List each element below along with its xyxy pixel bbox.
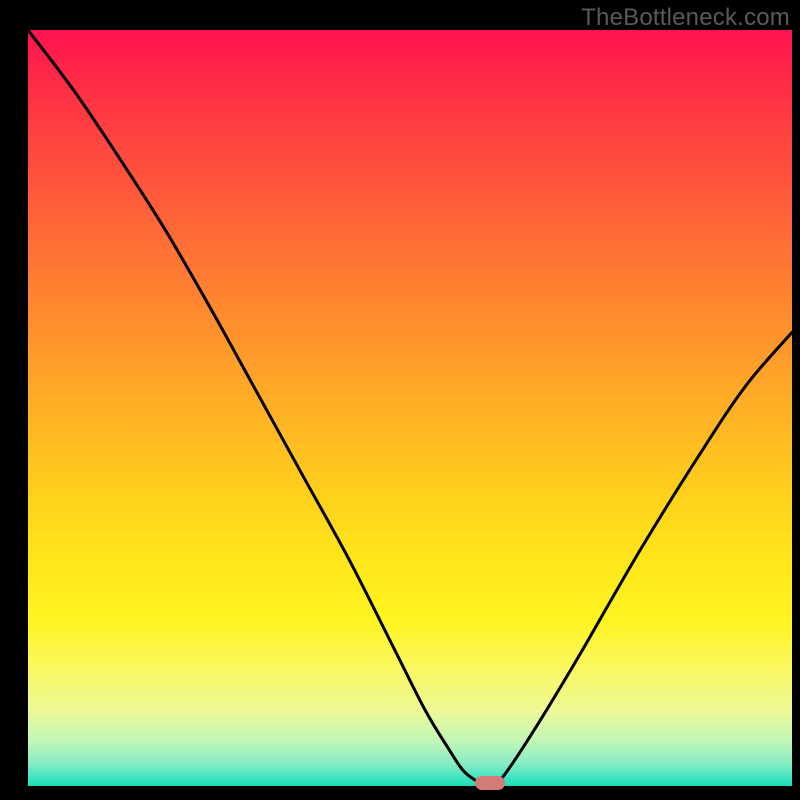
bottleneck-curve [28,30,792,786]
watermark-text: TheBottleneck.com [581,4,790,32]
minimum-marker [475,776,505,790]
curve-svg [28,30,792,786]
chart-container: TheBottleneck.com [0,0,800,800]
plot-area [28,30,792,786]
